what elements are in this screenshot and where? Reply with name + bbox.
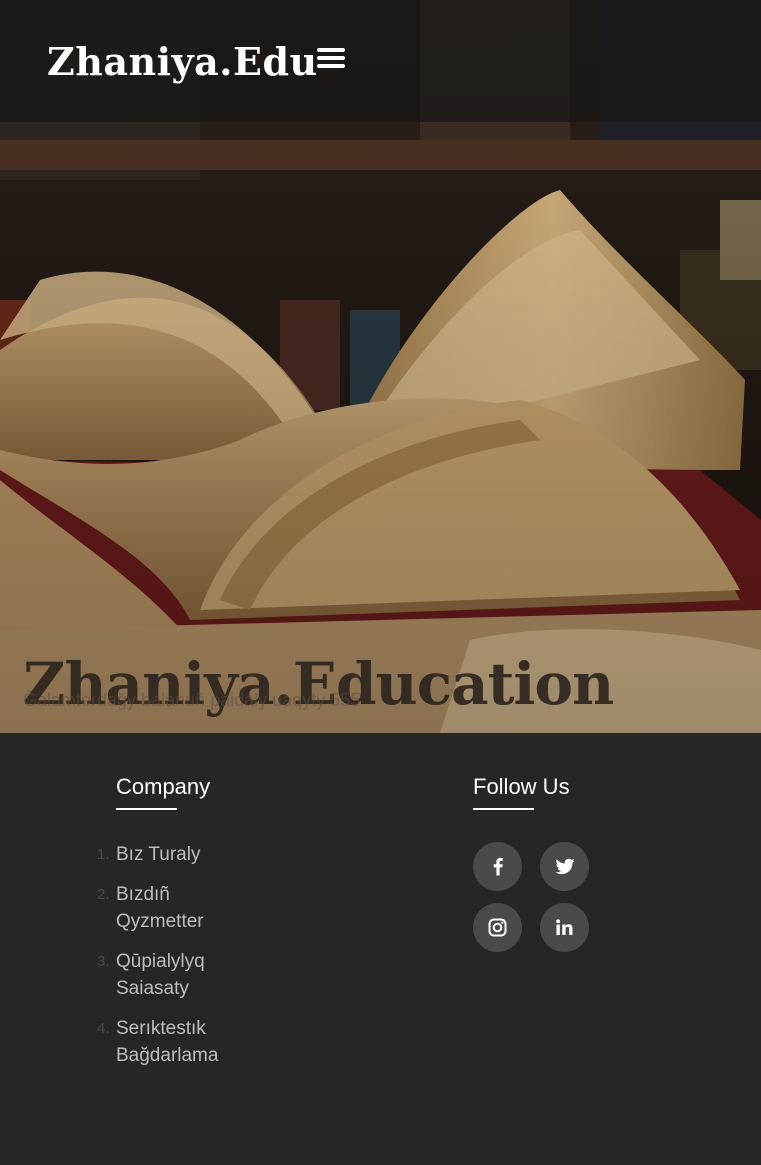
linkedin-button[interactable] xyxy=(540,903,589,952)
facebook-icon xyxy=(493,857,503,876)
hamburger-bar xyxy=(317,48,345,52)
hamburger-menu-icon[interactable] xyxy=(314,44,348,74)
instagram-icon xyxy=(488,918,507,937)
list-item: 2. Bızdıñ Qyzmetter xyxy=(97,881,296,935)
facebook-button[interactable] xyxy=(473,842,522,891)
brand-logo-link[interactable]: Zhaniya.Edu xyxy=(47,34,318,90)
follow-us-heading-underline xyxy=(473,808,534,810)
our-services-link[interactable]: Bızdıñ Qyzmetter xyxy=(116,881,236,935)
about-us-link[interactable]: Bız Turaly xyxy=(116,841,236,868)
privacy-policy-link[interactable]: Qūpialylyq Saiasaty xyxy=(116,948,236,1002)
affiliate-program-link[interactable]: Serıktestık Bağdarlama xyxy=(116,1015,236,1069)
list-item: 3. Qūpialylyq Saiasaty xyxy=(97,948,296,1002)
footer: Company 1. Bız Turaly 2. Bızdıñ Qyzmette… xyxy=(0,733,761,1165)
hero-section: Zhaniya.Edu Zhaniya.Education Ğalamtorda… xyxy=(0,0,761,733)
list-number: 2. xyxy=(97,886,110,903)
hamburger-bar xyxy=(317,56,345,60)
twitter-icon xyxy=(555,858,575,875)
list-number: 4. xyxy=(97,1020,110,1037)
company-heading-underline xyxy=(116,808,177,810)
linkedin-icon xyxy=(556,919,573,935)
company-heading: Company xyxy=(116,774,211,799)
top-navbar: Zhaniya.Edu xyxy=(0,0,761,122)
list-item: 4. Serıktestık Bağdarlama xyxy=(97,1015,296,1069)
hamburger-bar xyxy=(317,64,345,68)
follow-us-heading: Follow Us xyxy=(473,774,570,799)
twitter-button[interactable] xyxy=(540,842,589,891)
hero-subtitle: Ğalamtordağy balanuñ paidaly uaqyty 555 xyxy=(23,690,361,710)
list-item: 1. Bız Turaly xyxy=(97,841,296,868)
company-links-list: 1. Bız Turaly 2. Bızdıñ Qyzmetter 3. Qūp… xyxy=(97,841,296,1082)
list-number: 3. xyxy=(97,953,110,970)
instagram-button[interactable] xyxy=(473,903,522,952)
list-number: 1. xyxy=(97,846,110,863)
